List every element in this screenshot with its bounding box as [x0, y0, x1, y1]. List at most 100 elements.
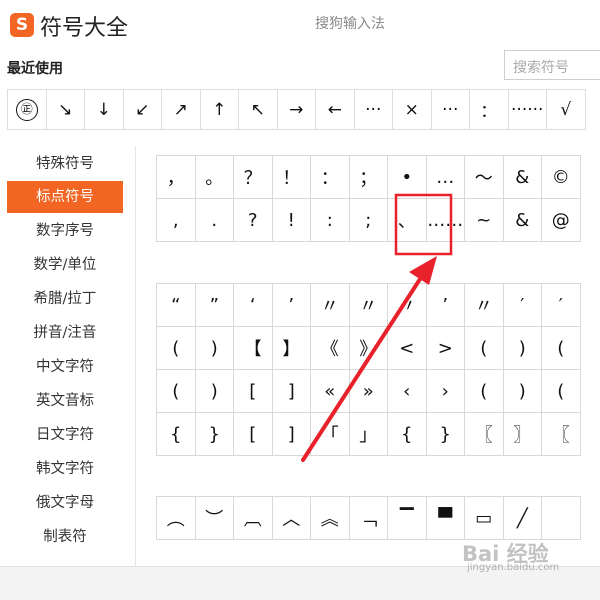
symbol-cell[interactable]: ! — [272, 199, 311, 242]
symbol-cell[interactable]: ︵ — [157, 497, 196, 540]
recent-symbol-cell[interactable]: ··· — [432, 90, 470, 129]
symbol-cell[interactable]: ] — [272, 370, 311, 413]
symbol-cell[interactable]: 〃 — [465, 284, 504, 327]
symbol-cell[interactable]: & — [503, 199, 542, 242]
symbol-cell[interactable]: ， — [157, 156, 196, 199]
symbol-cell[interactable]: ; — [349, 199, 388, 242]
symbol-cell[interactable]: ︹ — [234, 497, 273, 540]
symbol-cell[interactable]: 】 — [272, 327, 311, 370]
symbol-cell[interactable]: © — [542, 156, 581, 199]
symbol-cell[interactable]: 》 — [349, 327, 388, 370]
symbol-cell[interactable]: ？ — [234, 156, 273, 199]
symbol-cell[interactable]: ▭ — [465, 497, 504, 540]
symbol-cell[interactable]: ( — [465, 370, 504, 413]
symbol-cell[interactable]: ( — [542, 327, 581, 370]
symbol-cell[interactable]: ’ — [272, 284, 311, 327]
symbol-cell[interactable]: } — [195, 413, 234, 456]
recent-symbol-cell[interactable]: ↖ — [239, 90, 278, 129]
symbol-cell[interactable]: ( — [157, 370, 196, 413]
symbol-cell[interactable]: & — [503, 156, 542, 199]
symbol-cell[interactable]: ′ — [542, 284, 581, 327]
sidebar-category-item[interactable]: 制表符 — [7, 521, 123, 553]
recent-symbol-cell[interactable]: ······ — [509, 90, 547, 129]
symbol-cell[interactable]: ～ — [465, 156, 504, 199]
symbol-cell[interactable]: ( — [465, 327, 504, 370]
symbol-cell[interactable]: ] — [272, 413, 311, 456]
recent-symbol-cell[interactable]: ↘ — [47, 90, 85, 129]
recent-symbol-cell[interactable]: ↓ — [85, 90, 124, 129]
symbol-cell[interactable]: ′ — [503, 284, 542, 327]
sidebar-category-item[interactable]: 标点符号 — [7, 181, 123, 213]
symbol-cell[interactable]: 、 — [388, 199, 427, 242]
recent-symbol-cell[interactable]: → — [278, 90, 316, 129]
symbol-cell[interactable]: 〗 — [503, 413, 542, 456]
symbol-cell[interactable]: : — [311, 199, 350, 242]
recent-symbol-cell[interactable]: ↗ — [162, 90, 201, 129]
symbol-cell[interactable]: ) — [195, 370, 234, 413]
sidebar-category-item[interactable]: 特殊符号 — [7, 148, 123, 180]
symbol-cell[interactable]: 」 — [349, 413, 388, 456]
symbol-cell[interactable]: ▀ — [426, 497, 465, 540]
symbol-cell[interactable]: 。 — [195, 156, 234, 199]
symbol-cell[interactable]: 《 — [311, 327, 350, 370]
symbol-cell[interactable]: ) — [503, 370, 542, 413]
symbol-cell[interactable]: 【 — [234, 327, 273, 370]
symbol-cell[interactable]: , — [157, 199, 196, 242]
sidebar-category-item[interactable]: 韩文字符 — [7, 453, 123, 485]
symbol-cell[interactable]: …… — [426, 199, 465, 242]
symbol-cell[interactable]: ︽ — [311, 497, 350, 540]
symbol-cell[interactable]: 「 — [311, 413, 350, 456]
symbol-cell[interactable]: ！ — [272, 156, 311, 199]
symbol-cell[interactable]: “ — [157, 284, 196, 327]
symbol-cell[interactable]: … — [426, 156, 465, 199]
recent-symbol-cell[interactable]: ··· — [355, 90, 393, 129]
symbol-cell[interactable]: { — [388, 413, 427, 456]
symbol-cell[interactable] — [542, 497, 581, 540]
symbol-cell[interactable]: 〃 — [388, 284, 427, 327]
symbol-cell[interactable]: ︶ — [195, 497, 234, 540]
recent-symbol-cell[interactable]: ↙ — [124, 90, 162, 129]
symbol-cell[interactable]: ( — [542, 370, 581, 413]
symbol-cell[interactable]: } — [426, 413, 465, 456]
symbol-cell[interactable]: 〖 — [465, 413, 504, 456]
sidebar-category-item[interactable]: 拼音/注音 — [7, 317, 123, 349]
symbol-cell[interactable]: ； — [349, 156, 388, 199]
symbol-cell[interactable]: { — [157, 413, 196, 456]
symbol-search-input[interactable]: 搜索符号 — [504, 50, 600, 80]
symbol-cell[interactable]: ? — [234, 199, 273, 242]
symbol-cell[interactable]: ： — [311, 156, 350, 199]
sidebar-category-item[interactable]: 数学/单位 — [7, 249, 123, 281]
symbol-cell[interactable]: 〃 — [311, 284, 350, 327]
symbol-cell[interactable]: [ — [234, 370, 273, 413]
sidebar-category-item[interactable]: 中文字符 — [7, 351, 123, 383]
symbol-cell[interactable]: ) — [503, 327, 542, 370]
recent-symbol-cell[interactable]: ㊣ — [8, 90, 47, 129]
sidebar-category-item[interactable]: 数字序号 — [7, 215, 123, 247]
recent-symbol-cell[interactable]: √ — [547, 90, 586, 129]
symbol-cell[interactable]: 〖 — [542, 413, 581, 456]
symbol-cell[interactable]: ~ — [465, 199, 504, 242]
sidebar-category-item[interactable]: 日文字符 — [7, 419, 123, 451]
symbol-cell[interactable]: ) — [195, 327, 234, 370]
symbol-cell[interactable]: . — [195, 199, 234, 242]
recent-symbol-cell[interactable]: × — [393, 90, 432, 129]
symbol-cell[interactable]: « — [311, 370, 350, 413]
symbol-cell[interactable]: • — [388, 156, 427, 199]
symbol-cell[interactable]: ﹁ — [349, 497, 388, 540]
symbol-cell[interactable]: ‹ — [388, 370, 427, 413]
symbol-cell[interactable]: ▔ — [388, 497, 427, 540]
recent-symbol-cell[interactable]: ← — [316, 90, 355, 129]
symbol-cell[interactable]: 〃 — [349, 284, 388, 327]
symbol-cell[interactable]: » — [349, 370, 388, 413]
recent-symbol-cell[interactable]: ： — [470, 90, 509, 129]
symbol-cell[interactable]: ’ — [426, 284, 465, 327]
symbol-cell[interactable]: [ — [234, 413, 273, 456]
symbol-cell[interactable]: ” — [195, 284, 234, 327]
symbol-cell[interactable]: < — [388, 327, 427, 370]
sidebar-category-item[interactable]: 英文音标 — [7, 385, 123, 417]
symbol-cell[interactable]: ( — [157, 327, 196, 370]
symbol-cell[interactable]: @ — [542, 199, 581, 242]
sidebar-category-item[interactable]: 希腊/拉丁 — [7, 283, 123, 315]
symbol-cell[interactable]: ‘ — [234, 284, 273, 327]
recent-symbol-cell[interactable]: ↑ — [201, 90, 239, 129]
